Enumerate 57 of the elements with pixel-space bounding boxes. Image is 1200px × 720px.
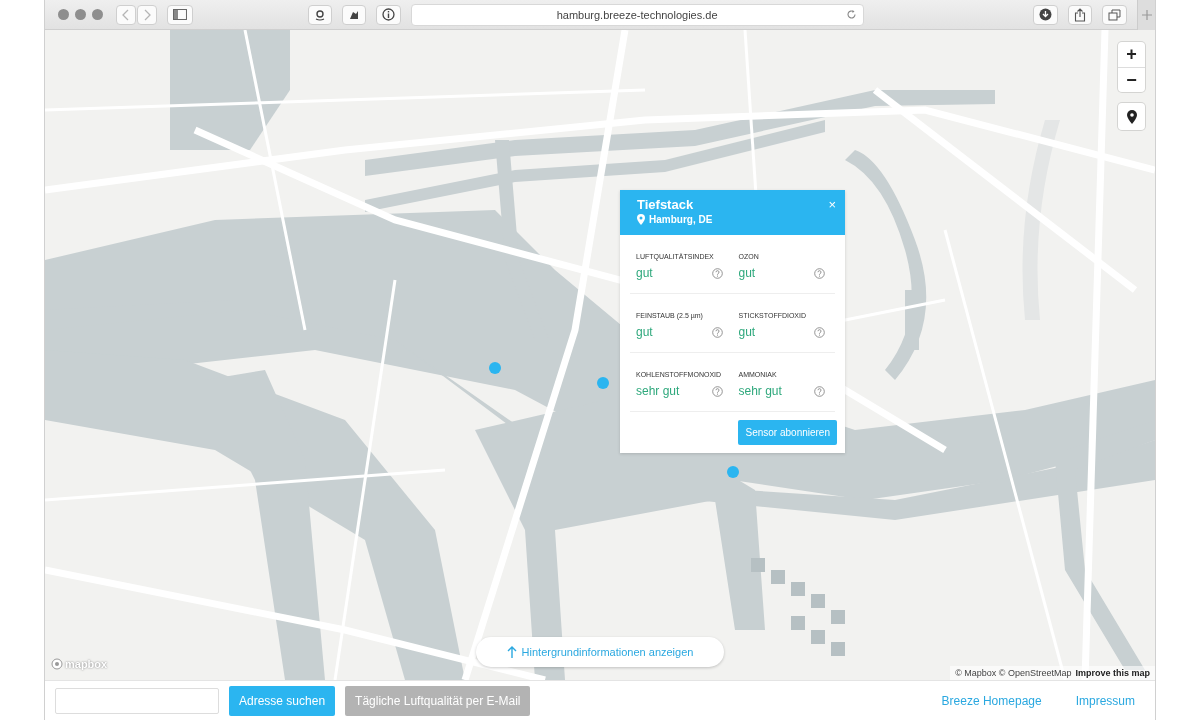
address-field[interactable]: [55, 687, 219, 714]
reload-icon[interactable]: [845, 8, 857, 20]
subscribe-button[interactable]: Sensor abonnieren: [738, 420, 837, 445]
sidebar-button[interactable]: [167, 4, 193, 25]
zoom-window-button[interactable]: [92, 9, 103, 20]
chevron-right-icon: [143, 8, 151, 21]
minimize-window-button[interactable]: [75, 9, 86, 20]
metric-value: gut: [636, 266, 653, 280]
back-button[interactable]: [116, 4, 136, 25]
help-icon[interactable]: [711, 267, 723, 279]
share-icon: [1074, 7, 1087, 22]
sensor-location: Hamburg, DE: [649, 214, 713, 225]
metric-value: gut: [738, 325, 756, 339]
sidebar-icon: [173, 9, 187, 20]
metric-value: gut: [738, 266, 756, 280]
forward-button[interactable]: [137, 4, 157, 25]
extension-button[interactable]: [307, 4, 332, 25]
address-bar[interactable]: hamburg.breeze-technologies.de: [410, 3, 864, 26]
footer-link[interactable]: Impressum: [1075, 693, 1135, 708]
tabs-icon: [1108, 8, 1122, 21]
zoom-in-button[interactable]: +: [1118, 42, 1145, 67]
help-icon[interactable]: [814, 326, 825, 338]
chevron-left-icon: [122, 8, 130, 21]
improve-map-link[interactable]: Improve this map: [1075, 668, 1150, 678]
help-icon[interactable]: [711, 385, 723, 397]
metric-value: gut: [636, 325, 653, 339]
email-subscribe-button[interactable]: Tägliche Luftqualität per E-Mail: [345, 685, 531, 716]
help-icon[interactable]: [711, 326, 723, 338]
arrow-up-icon: [506, 646, 517, 658]
metric-value: sehr gut: [738, 384, 782, 398]
plus-icon: [1141, 9, 1152, 20]
close-button[interactable]: ×: [825, 197, 839, 213]
mapbox-logo[interactable]: mapbox: [51, 658, 108, 670]
info-icon: [381, 8, 395, 21]
search-address-button[interactable]: Adresse suchen: [229, 685, 336, 716]
extension-button[interactable]: [341, 4, 366, 25]
locate-button[interactable]: [1118, 103, 1145, 130]
help-icon[interactable]: [814, 385, 825, 397]
pin-icon: [1126, 109, 1137, 124]
info-button[interactable]: [375, 4, 401, 25]
footer-link[interactable]: Breeze Homepage: [941, 693, 1042, 708]
download-button[interactable]: [1033, 4, 1059, 25]
new-tab-button[interactable]: [1137, 0, 1155, 30]
tabs-button[interactable]: [1102, 4, 1128, 25]
share-button[interactable]: [1068, 4, 1093, 25]
close-window-button[interactable]: [58, 9, 69, 20]
attribution-text: © Mapbox © OpenStreetMap: [955, 668, 1072, 678]
logo-text: mapbox: [65, 658, 108, 670]
help-icon[interactable]: [814, 267, 825, 279]
metric-value: sehr gut: [636, 384, 680, 398]
pin-icon: [637, 214, 645, 225]
download-icon: [1039, 8, 1053, 21]
zoom-out-button[interactable]: −: [1118, 67, 1145, 92]
logo-icon: [51, 658, 63, 670]
sensor-title: Tiefstack: [637, 197, 695, 212]
url-text: hamburg.breeze-technologies.de: [556, 8, 718, 21]
background-info-button[interactable]: Hintergrundinformationen anzeigen: [476, 637, 724, 667]
